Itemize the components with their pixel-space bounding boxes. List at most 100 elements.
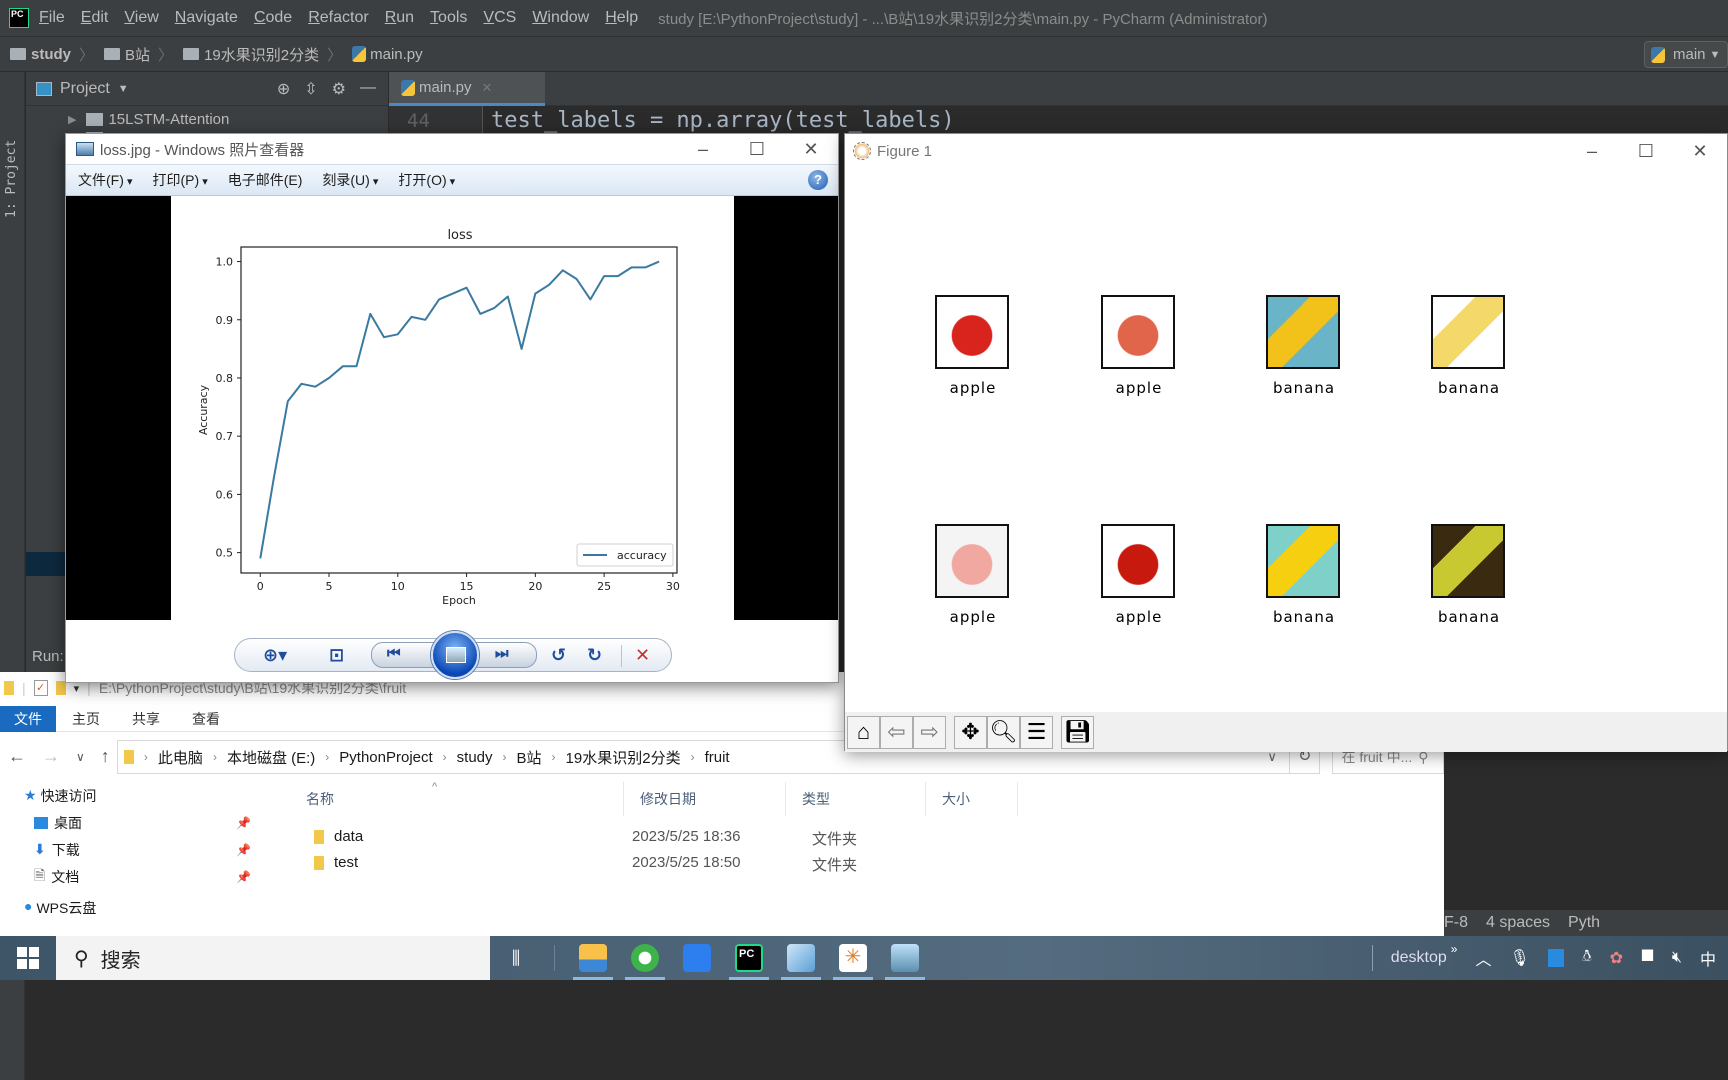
close-button[interactable]: ✕	[1673, 141, 1727, 162]
ribbon-tab-view[interactable]: 查看	[192, 709, 220, 729]
menu-file[interactable]: 文件(F)	[78, 170, 132, 190]
volume-muted-icon[interactable]: 🔇︎	[1672, 949, 1682, 967]
zoom-rect-icon[interactable]: 🔍︎	[987, 715, 1020, 749]
menu-help[interactable]: Help	[605, 9, 638, 27]
close-tab-icon[interactable]: ✕	[482, 80, 493, 96]
minimize-button[interactable]: –	[1565, 141, 1619, 162]
properties-checkbox-icon[interactable]: ✓	[33, 680, 48, 696]
forward-arrow-icon[interactable]: ⇨	[913, 715, 946, 749]
address-segment[interactable]: study	[457, 749, 493, 766]
back-arrow-icon[interactable]: ⇦	[880, 715, 913, 749]
menu-print[interactable]: 打印(P)	[152, 170, 207, 190]
maximize-button[interactable]: ☐	[730, 139, 784, 160]
taskbar-app-file-explorer[interactable]	[567, 936, 619, 980]
back-arrow-icon[interactable]: ←	[8, 746, 26, 768]
address-segment[interactable]: PythonProject	[339, 749, 432, 766]
save-icon[interactable]: 💾︎	[1061, 715, 1094, 749]
menu-open[interactable]: 打开(O)	[398, 170, 455, 190]
customize-qat-icon[interactable]: ▾	[74, 682, 80, 695]
menu-burn[interactable]: 刻录(U)	[322, 170, 378, 190]
address-segment[interactable]: fruit	[705, 749, 730, 766]
indent-indicator[interactable]: 4 spaces	[1486, 914, 1550, 932]
microphone-icon[interactable]: 🎙︎	[1510, 948, 1530, 968]
column-header-modified[interactable]: 修改日期	[624, 782, 786, 816]
breadcrumb-project-folder[interactable]: 19水果识别2分类〉	[183, 44, 342, 65]
bookmark-tray-icon[interactable]: ⯀	[1641, 949, 1654, 967]
configure-subplots-icon[interactable]: ☰	[1020, 715, 1053, 749]
taskbar-app-pycharm[interactable]: PC	[723, 936, 775, 980]
breadcrumb-bzhan[interactable]: B站〉	[104, 44, 173, 65]
app-tray-flower-icon[interactable]: ✿	[1610, 948, 1623, 968]
rotate-left-icon[interactable]: ↺	[551, 645, 566, 666]
tree-item[interactable]: ▶ 15LSTM-Attention	[26, 106, 388, 132]
project-panel-title[interactable]: Project	[60, 80, 110, 98]
chevron-down-icon[interactable]: ▼	[118, 83, 129, 95]
next-icon[interactable]: ⏭	[495, 645, 509, 662]
encoding-indicator[interactable]: F-8	[1444, 914, 1468, 932]
hide-icon[interactable]: —	[360, 79, 376, 99]
taskbar-app-notepad[interactable]	[775, 936, 827, 980]
nav-documents[interactable]: 🗎 文档 📌	[0, 863, 285, 890]
menu-tools[interactable]: Tools	[430, 9, 467, 27]
taskbar-app-matplotlib[interactable]: ✳	[827, 936, 879, 980]
menu-vcs[interactable]: VCS	[483, 9, 516, 27]
run-configuration-select[interactable]: main ▼	[1644, 41, 1728, 68]
previous-icon[interactable]: ⏮	[387, 645, 401, 662]
qq-penguin-icon[interactable]: 🐧︎	[1582, 948, 1592, 968]
delete-icon[interactable]: ✕	[635, 645, 650, 666]
maximize-button[interactable]: ☐	[1619, 141, 1673, 162]
ribbon-tab-share[interactable]: 共享	[132, 709, 160, 729]
forward-arrow-icon[interactable]: →	[42, 746, 60, 768]
taskbar-app-photo-viewer[interactable]	[879, 936, 931, 980]
address-segment[interactable]: 19水果识别2分类	[566, 747, 681, 768]
zoom-icon[interactable]: ⊕▾	[263, 645, 287, 666]
menu-view[interactable]: View	[124, 9, 158, 27]
figure-titlebar[interactable]: Figure 1 – ☐ ✕	[845, 134, 1727, 168]
pan-icon[interactable]: ✥	[954, 715, 987, 749]
ribbon-tab-home[interactable]: 主页	[72, 709, 100, 729]
wps-tray-icon[interactable]	[1547, 949, 1564, 967]
code-line[interactable]: test_labels = np.array(test_labels)	[491, 108, 955, 133]
pin-icon[interactable]: 📌	[236, 843, 251, 857]
input-method-indicator[interactable]: 中	[1700, 946, 1716, 970]
home-icon[interactable]: ⌂	[847, 715, 880, 749]
new-folder-icon[interactable]	[55, 681, 66, 695]
menu-navigate[interactable]: Navigate	[175, 9, 238, 27]
locate-icon[interactable]: ⊕	[277, 79, 290, 99]
address-segment[interactable]: B站	[517, 747, 542, 768]
nav-wps-cloud[interactable]: ● WPS云盘	[0, 898, 285, 914]
column-header-name[interactable]: 名称 ^	[290, 781, 624, 816]
photo-viewer-titlebar[interactable]: loss.jpg - Windows 照片查看器 – ☐ ✕	[66, 134, 838, 164]
taskbar-search[interactable]: ⚲ 搜索	[56, 936, 490, 980]
file-row[interactable]: data 2023/5/25 18:36 文件夹	[290, 824, 1090, 850]
nav-desktop[interactable]: 桌面 📌	[0, 809, 285, 836]
help-icon[interactable]: ?	[808, 170, 828, 190]
menu-code[interactable]: Code	[254, 9, 292, 27]
column-header-size[interactable]: 大小	[926, 782, 1018, 816]
menu-edit[interactable]: Edit	[81, 9, 109, 27]
nav-downloads[interactable]: ⬇ 下载 📌	[0, 836, 285, 863]
menu-file[interactable]: File	[39, 9, 65, 27]
menu-refactor[interactable]: Refactor	[308, 9, 368, 27]
up-arrow-icon[interactable]: ↑	[101, 746, 110, 768]
menu-window[interactable]: Window	[532, 9, 589, 27]
menu-run[interactable]: Run	[385, 9, 414, 27]
recent-chevron-icon[interactable]: ∨	[76, 746, 85, 768]
desktop-toolbar-label[interactable]: desktop	[1391, 949, 1447, 967]
address-segment[interactable]: 此电脑	[158, 747, 203, 768]
show-hidden-icons-chevron-icon[interactable]: ︿	[1475, 946, 1491, 970]
gear-icon[interactable]: ⚙	[332, 79, 346, 99]
start-button[interactable]	[0, 936, 56, 980]
taskbar-app-browser[interactable]	[619, 936, 671, 980]
taskbar-app-feishu[interactable]	[671, 936, 723, 980]
ribbon-tab-file[interactable]: 文件	[0, 705, 56, 732]
menu-email[interactable]: 电子邮件(E)	[228, 170, 303, 190]
actual-size-icon[interactable]: ⊡	[329, 645, 344, 666]
toolbar-overflow-icon[interactable]: »	[1451, 942, 1458, 956]
rotate-right-icon[interactable]: ↻	[587, 645, 602, 666]
close-button[interactable]: ✕	[784, 139, 838, 160]
minimize-button[interactable]: –	[676, 139, 730, 160]
interpreter-indicator[interactable]: Pyth	[1568, 914, 1600, 932]
breadcrumb-file[interactable]: main.py	[352, 46, 423, 63]
slideshow-button[interactable]	[431, 631, 479, 679]
